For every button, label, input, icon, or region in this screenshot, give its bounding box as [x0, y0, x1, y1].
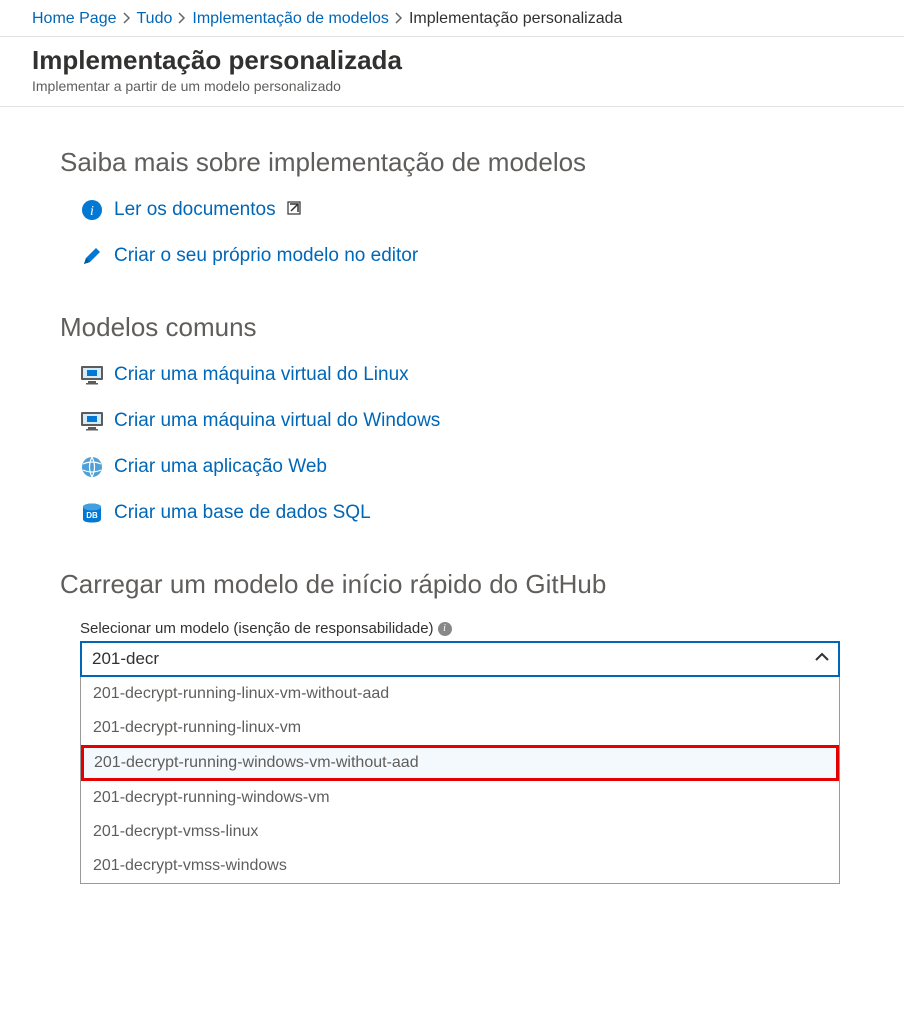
label-text: Selecionar um modelo (isenção de respons…: [80, 620, 434, 637]
section-learn-title: Saiba mais sobre implementação de modelo…: [60, 147, 844, 178]
chevron-right-icon: [178, 12, 186, 27]
svg-text:DB: DB: [86, 511, 98, 520]
breadcrumb: Home Page Tudo Implementação de modelos …: [0, 0, 904, 37]
common-links: Criar uma máquina virtual do Linux Criar…: [60, 363, 844, 525]
chevron-right-icon: [395, 12, 403, 27]
globe-icon: [80, 455, 104, 479]
dropdown-option[interactable]: 201-decrypt-running-windows-vm-without-a…: [81, 745, 839, 781]
chevron-right-icon: [123, 12, 131, 27]
breadcrumb-all[interactable]: Tudo: [137, 10, 173, 28]
link-item-sqldb: DB Criar uma base de dados SQL: [80, 501, 844, 525]
create-windows-vm-link[interactable]: Criar uma máquina virtual do Windows: [114, 410, 440, 432]
page-subtitle: Implementar a partir de um modelo person…: [32, 78, 886, 94]
dropdown-option[interactable]: 201-decrypt-running-linux-vm-without-aad: [81, 677, 839, 711]
info-icon[interactable]: i: [438, 622, 452, 636]
template-combobox[interactable]: [80, 641, 840, 677]
create-web-app-link[interactable]: Criar uma aplicação Web: [114, 456, 327, 478]
dropdown-option[interactable]: 201-decrypt-vmss-linux: [81, 815, 839, 849]
breadcrumb-home[interactable]: Home Page: [32, 10, 117, 28]
link-item-docs: i Ler os documentos: [80, 198, 844, 222]
build-editor-link[interactable]: Criar o seu próprio modelo no editor: [114, 245, 418, 267]
breadcrumb-templates[interactable]: Implementação de modelos: [192, 10, 389, 28]
monitor-vm-icon: [80, 409, 104, 433]
section-github-title: Carregar um modelo de início rápido do G…: [60, 569, 844, 600]
dropdown-option[interactable]: 201-decrypt-vmss-windows: [81, 849, 839, 883]
link-item-winvm: Criar uma máquina virtual do Windows: [80, 409, 844, 433]
read-docs-link[interactable]: Ler os documentos: [114, 199, 301, 221]
page-title: Implementação personalizada: [32, 45, 886, 76]
svg-text:i: i: [90, 204, 94, 219]
template-dropdown: 201-decrypt-running-linux-vm-without-aad…: [80, 677, 840, 884]
breadcrumb-current: Implementação personalizada: [409, 10, 622, 28]
pencil-icon: [80, 244, 104, 268]
page-header: Implementação personalizada Implementar …: [0, 37, 904, 107]
external-link-icon: [287, 202, 301, 219]
main-content: Saiba mais sobre implementação de modelo…: [0, 107, 904, 924]
create-linux-vm-link[interactable]: Criar uma máquina virtual do Linux: [114, 364, 409, 386]
dropdown-option[interactable]: 201-decrypt-running-linux-vm: [81, 711, 839, 745]
template-search-input[interactable]: [80, 641, 840, 677]
link-item-webapp: Criar uma aplicação Web: [80, 455, 844, 479]
section-common-title: Modelos comuns: [60, 312, 844, 343]
dropdown-option[interactable]: 201-decrypt-running-windows-vm: [81, 781, 839, 815]
link-label: Ler os documentos: [114, 199, 276, 220]
link-item-editor: Criar o seu próprio modelo no editor: [80, 244, 844, 268]
info-icon: i: [80, 198, 104, 222]
template-select-label: Selecionar um modelo (isenção de respons…: [80, 620, 844, 637]
create-sql-db-link[interactable]: Criar uma base de dados SQL: [114, 502, 371, 524]
database-icon: DB: [80, 501, 104, 525]
link-item-linuxvm: Criar uma máquina virtual do Linux: [80, 363, 844, 387]
monitor-vm-icon: [80, 363, 104, 387]
learn-links: i Ler os documentos Criar o seu próprio …: [60, 198, 844, 268]
